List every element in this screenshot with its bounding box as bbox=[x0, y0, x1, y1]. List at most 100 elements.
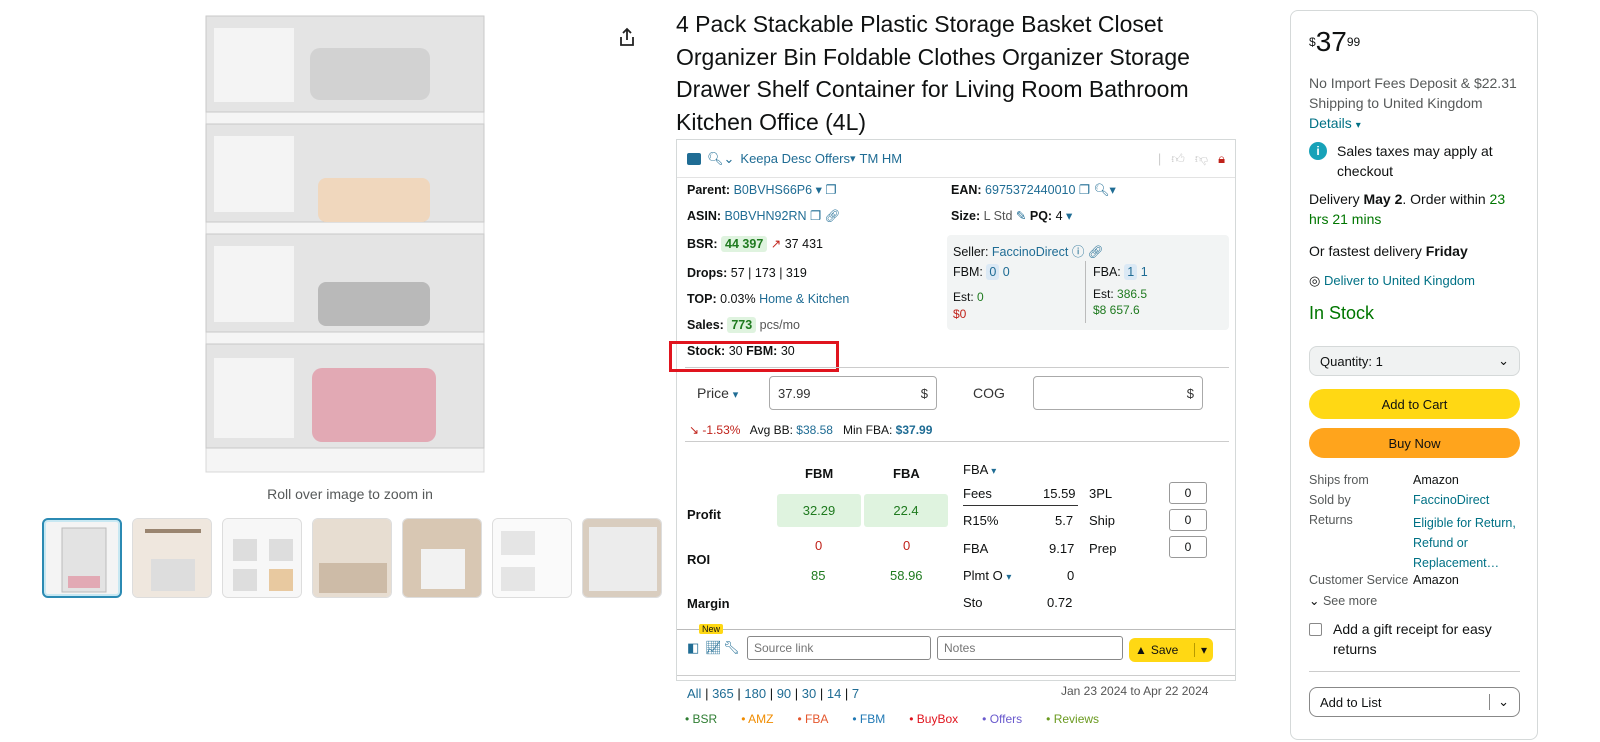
range-30[interactable]: 30 bbox=[802, 686, 816, 701]
legend-item[interactable]: • BSR bbox=[685, 712, 717, 726]
chevron-down-icon[interactable]: ▾ bbox=[1066, 209, 1072, 223]
parent-asin-link[interactable]: B0BVHS66P6 bbox=[734, 183, 813, 197]
chart-icon[interactable]: 📈︎ bbox=[705, 640, 722, 656]
price-input[interactable]: 37.99 $ bbox=[769, 376, 937, 410]
currency-symbol: $ bbox=[1186, 385, 1194, 401]
keepa-menu-desc[interactable]: Keepa Desc Offers bbox=[740, 151, 850, 166]
input-ship[interactable]: 0 bbox=[1169, 509, 1207, 531]
chevron-down-icon[interactable]: ▾ bbox=[1193, 643, 1207, 657]
input-prep[interactable]: 0 bbox=[1169, 536, 1207, 558]
cog-input[interactable]: $ bbox=[1033, 376, 1203, 410]
chevron-down-icon[interactable]: ⌄ bbox=[1489, 694, 1509, 710]
buy-now-button[interactable]: Buy Now bbox=[1309, 428, 1520, 458]
deliver-to-link[interactable]: Deliver to United Kingdom bbox=[1324, 273, 1475, 288]
legend-item[interactable]: • Offers bbox=[982, 712, 1022, 726]
top-category-link[interactable]: Home & Kitchen bbox=[759, 292, 849, 306]
legend-item[interactable]: • Reviews bbox=[1046, 712, 1099, 726]
thumbs-down-icon[interactable]: 👎︎ bbox=[1195, 151, 1208, 167]
range-90[interactable]: 90 bbox=[777, 686, 791, 701]
add-to-list-label: Add to List bbox=[1320, 694, 1382, 710]
legend-item[interactable]: • BuyBox bbox=[909, 712, 958, 726]
range-180[interactable]: 180 bbox=[744, 686, 766, 701]
share-icon[interactable] bbox=[616, 26, 638, 48]
thumbnail-6[interactable] bbox=[492, 518, 572, 598]
price-label: Price bbox=[697, 385, 729, 401]
fba-count[interactable]: 1 bbox=[1124, 264, 1138, 280]
fbm-count2: 0 bbox=[1002, 265, 1010, 279]
wrench-icon[interactable]: 🔧︎ bbox=[723, 640, 740, 656]
copy-icon[interactable]: ❐ 🔍︎▾ bbox=[1079, 183, 1116, 197]
fbm-count[interactable]: 0 bbox=[986, 264, 1000, 280]
legend-dot-icon: • bbox=[852, 712, 860, 726]
edit-icon[interactable]: ✎ bbox=[1016, 209, 1026, 223]
pq-value[interactable]: 4 bbox=[1056, 209, 1063, 223]
see-more-link[interactable]: ⌄ See more bbox=[1309, 593, 1377, 608]
ean-link[interactable]: 6975372440010 bbox=[985, 183, 1075, 197]
search-icon[interactable]: 🔍︎⌄ bbox=[707, 151, 734, 167]
margin-fbm: 85 bbox=[811, 568, 826, 583]
sold-by-link[interactable]: FaccinoDirect bbox=[1413, 493, 1489, 507]
keepa-header: 🔍︎⌄ Keepa Desc Offers ▾ TM HM | 👍︎ 👎︎ 🔒︎ bbox=[677, 140, 1235, 178]
thumbnail-1[interactable] bbox=[42, 518, 122, 598]
thumbnail-5[interactable] bbox=[402, 518, 482, 598]
fba-count2: 1 bbox=[1140, 265, 1148, 279]
plmt-dropdown[interactable]: Plmt O ▾ bbox=[963, 568, 1011, 583]
range-7[interactable]: 7 bbox=[852, 686, 859, 701]
sto-label: Sto bbox=[963, 595, 983, 610]
input-3pl[interactable]: 0 bbox=[1169, 482, 1207, 504]
range-365[interactable]: 365 bbox=[712, 686, 734, 701]
link-icon[interactable]: ❐ 🔗︎ bbox=[810, 209, 841, 223]
legend-item[interactable]: • AMZ bbox=[741, 712, 773, 726]
returns-link[interactable]: Eligible for Return, Refund or Replaceme… bbox=[1413, 513, 1518, 573]
range-all[interactable]: All bbox=[687, 686, 701, 701]
r15-label: R15% bbox=[963, 513, 999, 528]
collapse-icon[interactable] bbox=[687, 152, 701, 165]
location-pin-icon: ◎ bbox=[1309, 273, 1321, 288]
keepa-menu-tm[interactable]: TM HM bbox=[860, 151, 903, 166]
legend-item[interactable]: • FBA bbox=[797, 712, 828, 726]
range-14[interactable]: 14 bbox=[827, 686, 841, 701]
quantity-select[interactable]: Quantity: 1 ⌄ bbox=[1309, 346, 1520, 376]
gift-receipt-checkbox[interactable] bbox=[1309, 623, 1322, 636]
copy-icon[interactable]: ▾ ❐ bbox=[816, 183, 837, 197]
lock-icon[interactable]: 🔒︎ bbox=[1218, 151, 1225, 167]
see-more-label: See more bbox=[1322, 594, 1378, 608]
keepa-toolbar: New ◧ 📈︎ 🔧︎ ▲ Save ▾ bbox=[677, 624, 1235, 665]
col-fba: FBA bbox=[893, 466, 920, 481]
sidebar-icon[interactable]: ◧ bbox=[687, 640, 699, 656]
seller-link[interactable]: FaccinoDirect bbox=[992, 245, 1068, 259]
details-link[interactable]: Details bbox=[1309, 115, 1352, 131]
thumbnail-4[interactable] bbox=[312, 518, 392, 598]
ean-label: EAN: bbox=[951, 183, 982, 197]
thumbs-up-icon[interactable]: 👍︎ bbox=[1171, 151, 1185, 167]
legend-item[interactable]: • FBM bbox=[852, 712, 885, 726]
price-dropdown[interactable]: Price ▾ bbox=[697, 385, 738, 401]
drops-value: 57 | 173 | 319 bbox=[730, 266, 807, 280]
deliver-to[interactable]: ◎ Deliver to United Kingdom bbox=[1309, 271, 1521, 291]
save-button[interactable]: ▲ Save ▾ bbox=[1129, 638, 1213, 662]
product-main-image[interactable] bbox=[200, 8, 492, 478]
price-whole: 37 bbox=[1315, 26, 1347, 57]
chevron-down-icon[interactable]: ▾ bbox=[1356, 120, 1361, 131]
fbm-label: FBM: bbox=[953, 265, 983, 279]
stock-status: In Stock bbox=[1309, 303, 1375, 323]
thumbnail-2[interactable] bbox=[132, 518, 212, 598]
asin-link[interactable]: B0BVHN92RN bbox=[725, 209, 807, 223]
trend-down-icon: ↘ bbox=[689, 423, 700, 437]
chevron-down-icon: ▾ bbox=[1006, 572, 1012, 583]
gift-receipt-label: Add a gift receipt for easy returns bbox=[1333, 621, 1492, 657]
notes-input[interactable] bbox=[937, 636, 1123, 660]
thumbnail-3[interactable] bbox=[222, 518, 302, 598]
row-profit: Profit bbox=[687, 507, 721, 522]
source-link-input[interactable] bbox=[747, 636, 931, 660]
chevron-down-icon[interactable]: ▾ bbox=[850, 152, 856, 165]
fees-dropdown[interactable]: FBA ▾ bbox=[963, 462, 996, 477]
add-to-list-button[interactable]: Add to List ⌄ bbox=[1309, 687, 1520, 717]
thumbnail-7[interactable] bbox=[582, 518, 662, 598]
add-to-cart-button[interactable]: Add to Cart bbox=[1309, 389, 1520, 419]
bsr-label: BSR: bbox=[687, 237, 718, 251]
fastest-prefix: Or fastest delivery bbox=[1309, 243, 1422, 259]
info-icon[interactable]: ⓘ 🔗︎ bbox=[1072, 245, 1104, 259]
min-fba-value: $37.99 bbox=[895, 423, 933, 437]
tax-note: i Sales taxes may apply at checkout bbox=[1309, 141, 1521, 181]
